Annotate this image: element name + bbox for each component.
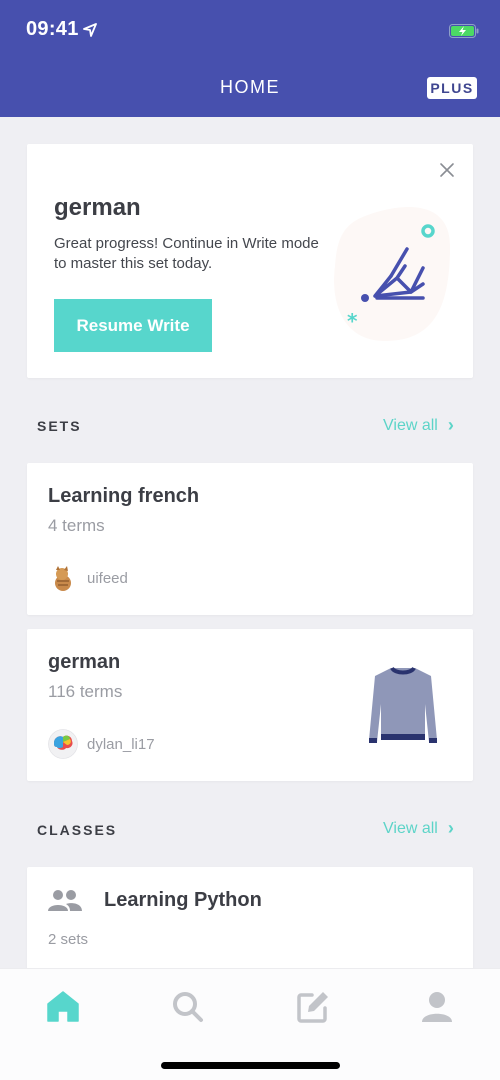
status-time: 09:41 [26, 18, 97, 41]
tab-home[interactable] [43, 987, 83, 1027]
resume-write-button[interactable]: Resume Write [54, 299, 212, 352]
search-icon [173, 992, 203, 1022]
set-title: Learning french [48, 485, 200, 507]
top-bar: 09:41 HOME PLUS [0, 0, 500, 117]
avatar-brain-icon [48, 729, 78, 759]
profile-icon [422, 992, 452, 1022]
class-set-count: 2 sets [48, 931, 89, 948]
sweater-thumbnail-icon [369, 666, 437, 743]
sets-view-all-link[interactable]: View all › [383, 415, 454, 436]
page-title: HOME [220, 77, 280, 97]
classes-view-all-link[interactable]: View all › [383, 818, 454, 839]
home-icon [47, 991, 79, 1022]
close-icon[interactable] [437, 160, 457, 180]
tab-profile[interactable] [417, 987, 457, 1027]
battery-charging-icon [449, 24, 479, 38]
chevron-right-icon: › [447, 818, 454, 838]
location-arrow-icon [82, 22, 97, 37]
class-title: Learning Python [104, 889, 262, 911]
promo-message: Great progress! Continue in Write mode t… [54, 235, 319, 272]
plus-badge[interactable]: PLUS [427, 77, 477, 99]
set-author: dylan_li17 [48, 729, 155, 759]
author-name: uifeed [87, 569, 128, 587]
tab-search[interactable] [168, 987, 208, 1027]
write-mode-illustration-icon: * [334, 207, 450, 341]
set-card[interactable]: Learning french 4 terms uifeed [27, 463, 473, 615]
set-title: german [48, 651, 121, 673]
set-term-count: 4 terms [48, 516, 105, 535]
author-name: dylan_li17 [87, 735, 155, 753]
clock-text: 09:41 [26, 18, 79, 40]
set-author: uifeed [48, 563, 128, 593]
svg-text:*: * [347, 309, 358, 333]
sets-section-header: SETS [37, 418, 82, 434]
promo-title: german [54, 194, 141, 221]
view-all-label: View all [383, 416, 438, 434]
classes-section-header: CLASSES [37, 822, 118, 838]
tab-create[interactable] [293, 987, 333, 1027]
class-group-icon [48, 890, 82, 911]
set-term-count: 116 terms [48, 682, 123, 701]
promo-card: german Great progress! Continue in Write… [27, 144, 473, 378]
class-card[interactable]: Learning Python 2 sets [27, 867, 473, 977]
avatar-cat-icon [55, 566, 71, 591]
home-indicator[interactable] [161, 1062, 340, 1069]
view-all-label: View all [383, 819, 438, 837]
set-card[interactable]: german 116 terms dylan_li17 [27, 629, 473, 781]
create-icon [297, 992, 328, 1023]
chevron-right-icon: › [447, 415, 454, 435]
